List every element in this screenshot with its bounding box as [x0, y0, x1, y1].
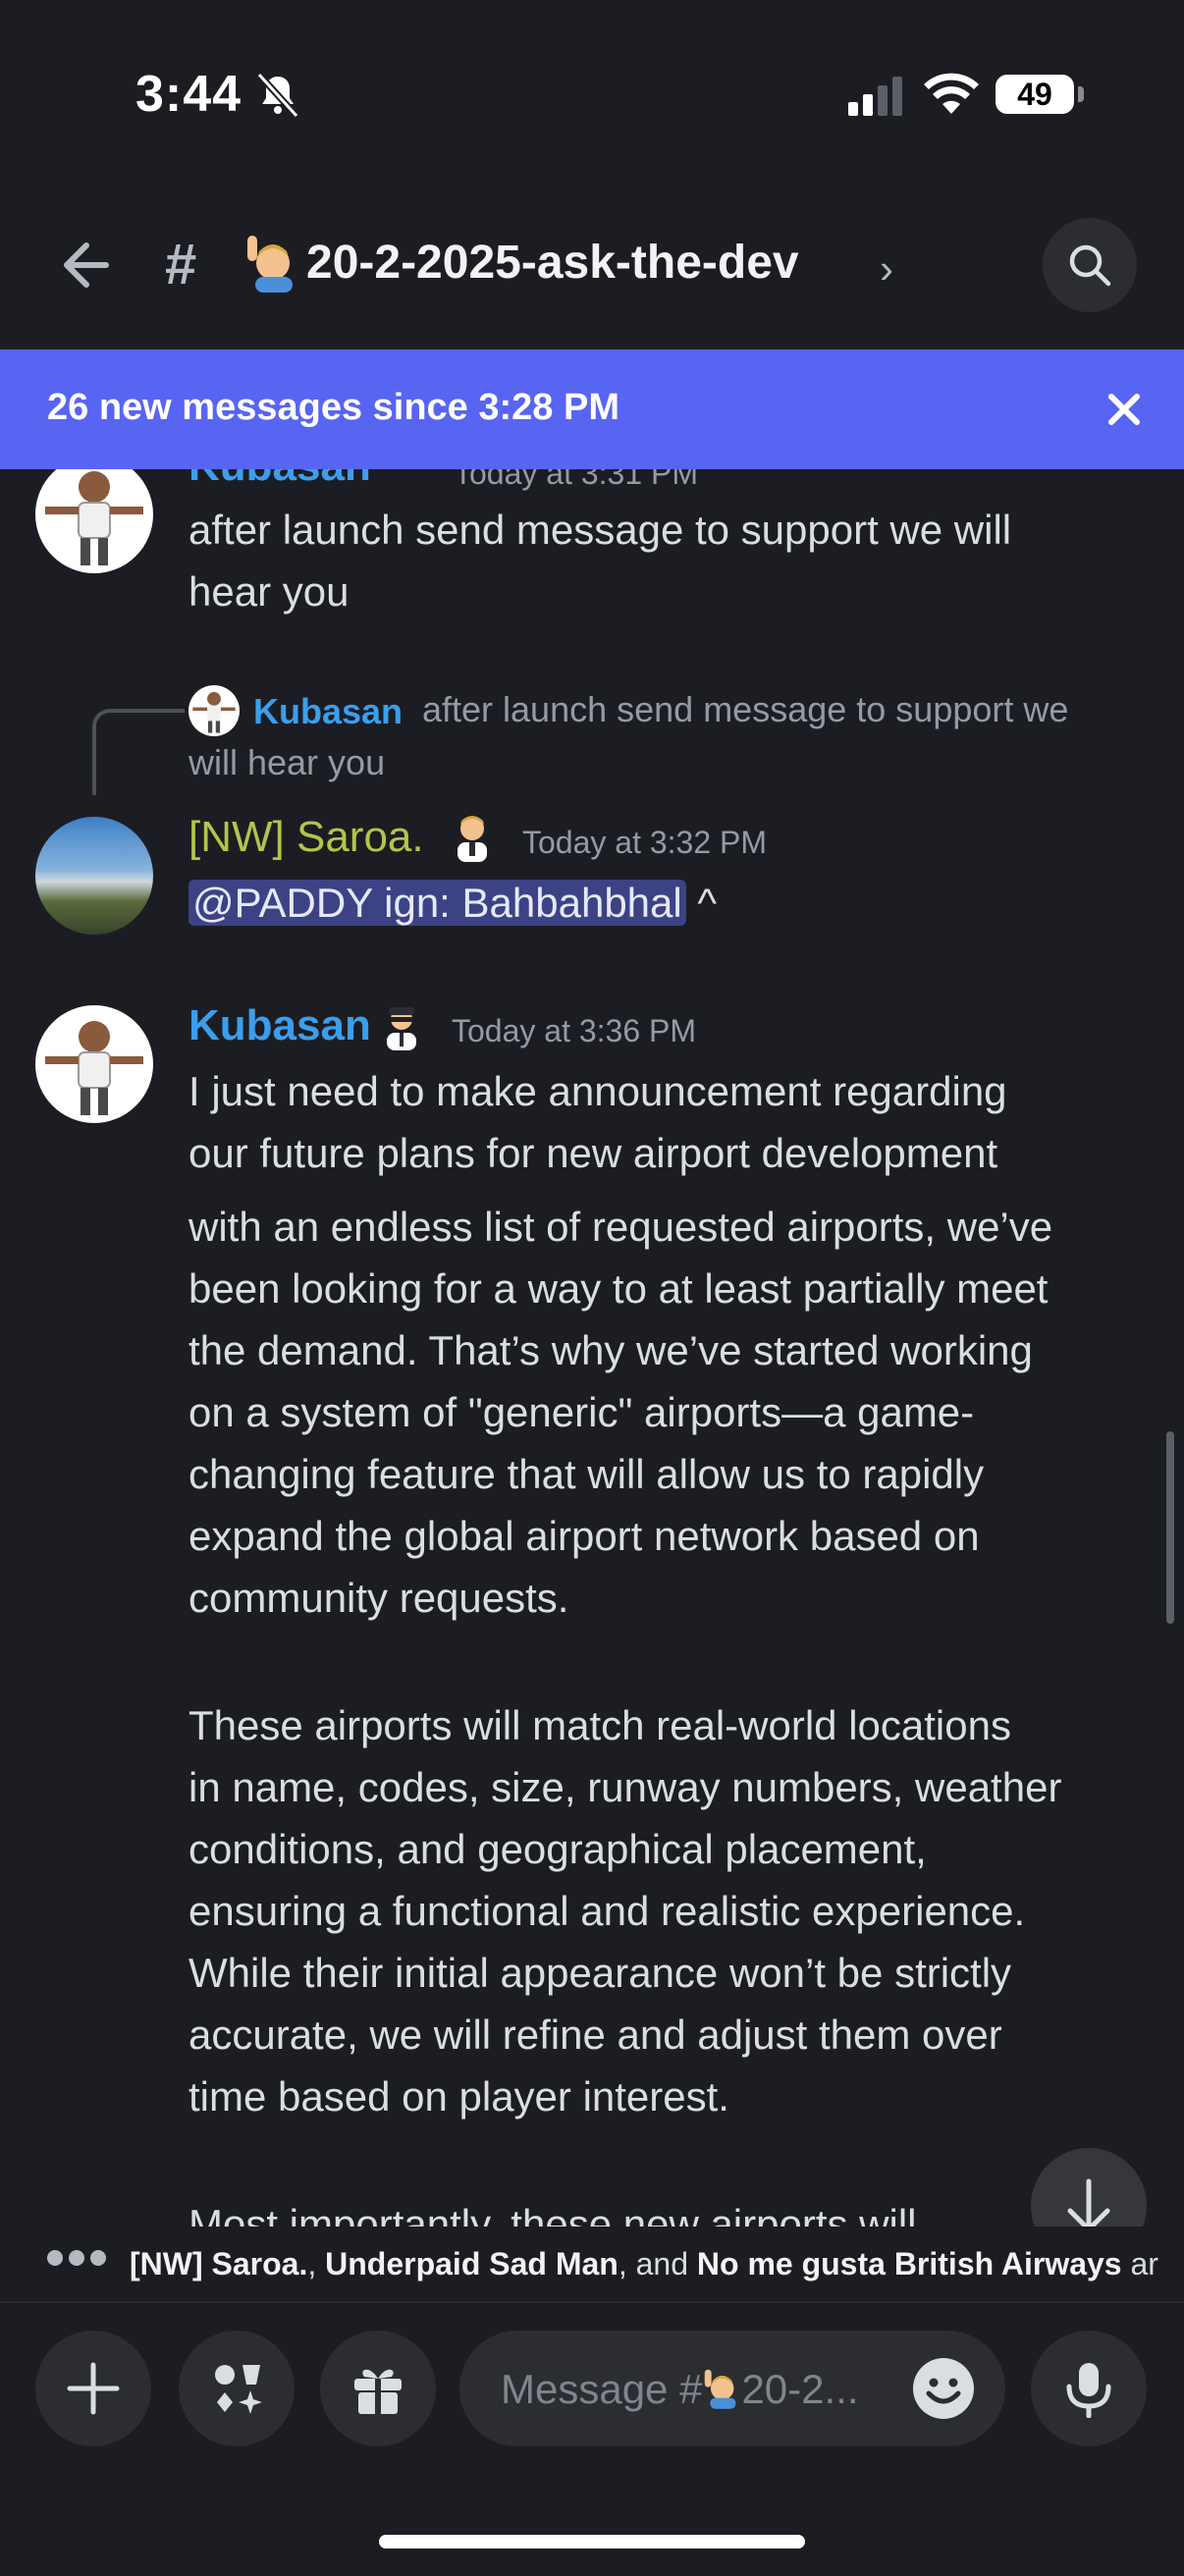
gift-button[interactable]: [320, 2331, 436, 2446]
message-line: time based on player interest.: [188, 2073, 729, 2120]
typing-separator: ,: [307, 2246, 326, 2281]
chevron-right-icon[interactable]: ›: [880, 245, 893, 293]
message-line: I just need to make announcement regardi…: [188, 1068, 1007, 1114]
reply-author[interactable]: Kubasan: [253, 691, 403, 732]
reply-avatar: [188, 685, 240, 736]
typing-indicator: [NW] Saroa., Underpaid Sad Man, and No m…: [0, 2227, 1184, 2305]
message-timestamp: Today at 3:31 PM: [454, 469, 699, 491]
avatar-figure-icon: [192, 691, 236, 733]
avatar-figure-icon: [45, 1021, 143, 1115]
search-icon: [1069, 244, 1111, 287]
message-line: community requests.: [188, 1575, 569, 1621]
new-messages-text[interactable]: 26 new messages since 3:28 PM: [47, 387, 619, 429]
message-line: after launch send message to support we …: [188, 507, 1012, 553]
typing-dots-icon: [47, 2250, 116, 2270]
message-placeholder: Message # 20-2...: [501, 2366, 859, 2413]
message-paragraph: with an endless list of requested airpor…: [188, 1196, 1052, 1629]
message-line: ensuring a functional and realistic expe…: [188, 1888, 1026, 1934]
raising-hand-emoji-icon: [247, 236, 293, 293]
avatar[interactable]: [35, 817, 153, 935]
typing-user: No me gusta British Airways: [696, 2246, 1122, 2281]
home-indicator[interactable]: [379, 2535, 805, 2549]
battery-tip: [1078, 86, 1084, 102]
message-line: Most importantly, these new airports wil…: [188, 2201, 917, 2227]
add-attachment-button[interactable]: [35, 2331, 151, 2446]
message-timestamp: Today at 3:36 PM: [452, 1013, 697, 1048]
message-line: accurate, we will refine and adjust them…: [188, 2012, 1002, 2058]
message-line: the demand. That’s why we’ve started wor…: [188, 1327, 1033, 1373]
apps-icon: [215, 2365, 262, 2414]
close-icon[interactable]: [1102, 387, 1147, 432]
reply-connector: [92, 709, 185, 795]
typing-tail: ar: [1121, 2246, 1158, 2281]
avatar-figure-icon: [45, 471, 143, 565]
message-line: with an endless list of requested airpor…: [188, 1204, 1053, 1250]
message-line: conditions, and geographical placement,: [188, 1826, 927, 1872]
search-button[interactable]: [1043, 218, 1137, 312]
plus-icon: [67, 2362, 120, 2415]
message-author[interactable]: Kubasan: [188, 469, 371, 491]
status-bar: 3:44 49: [0, 0, 1184, 147]
message-line: These airports will match real-world loc…: [188, 1702, 1011, 1748]
microphone-icon: [1066, 2363, 1111, 2418]
scrollbar[interactable]: [1166, 1431, 1174, 1624]
channel-hash-icon: #: [165, 233, 197, 296]
message-author[interactable]: [NW] Saroa.: [188, 813, 424, 862]
typing-user: [NW] Saroa.: [130, 2246, 308, 2281]
avatar[interactable]: [35, 1005, 153, 1123]
reply-preview[interactable]: will hear you: [188, 736, 385, 789]
message-line: in name, codes, size, runway numbers, we…: [188, 1764, 1062, 1810]
message-timestamp: Today at 3:32 PM: [522, 825, 768, 860]
message-line: While their initial appearance won’t be …: [188, 1950, 1012, 1996]
message-author[interactable]: Kubasan: [188, 1001, 371, 1050]
typing-user: Underpaid Sad Man: [325, 2246, 619, 2281]
raising-hand-emoji-icon: [705, 2369, 736, 2409]
voice-message-button[interactable]: [1031, 2331, 1147, 2446]
message-line: expand the global airport network based …: [188, 1513, 980, 1559]
message-paragraph: I just need to make announcement regardi…: [188, 1060, 1007, 1184]
new-messages-banner[interactable]: 26 new messages since 3:28 PM: [0, 349, 1184, 469]
channel-title[interactable]: 20-2-2025-ask-the-dev: [306, 236, 799, 290]
back-arrow-icon[interactable]: [51, 234, 114, 296]
battery-indicator: 49: [996, 75, 1074, 114]
message-line: been looking for a way to at least parti…: [188, 1265, 1049, 1312]
message-line: on a system of "generic" airports—a game…: [188, 1389, 975, 1435]
emoji-picker-icon[interactable]: [911, 2356, 976, 2421]
role-emoji-icon: [387, 1007, 416, 1050]
message-suffix: ^: [685, 880, 718, 926]
user-mention[interactable]: @PADDY ign: Bahbahbhal: [188, 880, 686, 926]
typing-separator: , and: [618, 2246, 697, 2281]
message-paragraph: These airports will match real-world loc…: [188, 1694, 1061, 2127]
message-line: changing feature that will allow us to r…: [188, 1451, 985, 1497]
status-time: 3:44: [135, 66, 242, 123]
apps-button[interactable]: [179, 2331, 295, 2446]
role-emoji-icon: [457, 816, 487, 862]
message-paragraph: Most importantly, these new airports wil…: [188, 2193, 916, 2227]
reply-preview[interactable]: after launch send message to support we: [422, 683, 1068, 736]
avatar[interactable]: [35, 469, 153, 573]
message-input[interactable]: Message # 20-2...: [459, 2331, 1005, 2446]
message-body: after launch send message to support we …: [188, 499, 1011, 622]
bell-muted-icon: [256, 72, 299, 119]
gift-icon: [354, 2369, 402, 2414]
message-list[interactable]: Kubasan Today at 3:31 PM after launch se…: [0, 469, 1184, 2227]
cellular-signal-icon: [848, 77, 902, 116]
placeholder-suffix: 20-2...: [741, 2366, 859, 2412]
typing-text: [NW] Saroa., Underpaid Sad Man, and No m…: [130, 2246, 1158, 2282]
placeholder-prefix: Message #: [501, 2366, 703, 2412]
message-body: @PADDY ign: Bahbahbhal ^: [188, 872, 717, 934]
message-line: hear you: [188, 568, 350, 615]
message-line: our future plans for new airport develop…: [188, 1130, 998, 1176]
wifi-icon: [924, 73, 979, 114]
